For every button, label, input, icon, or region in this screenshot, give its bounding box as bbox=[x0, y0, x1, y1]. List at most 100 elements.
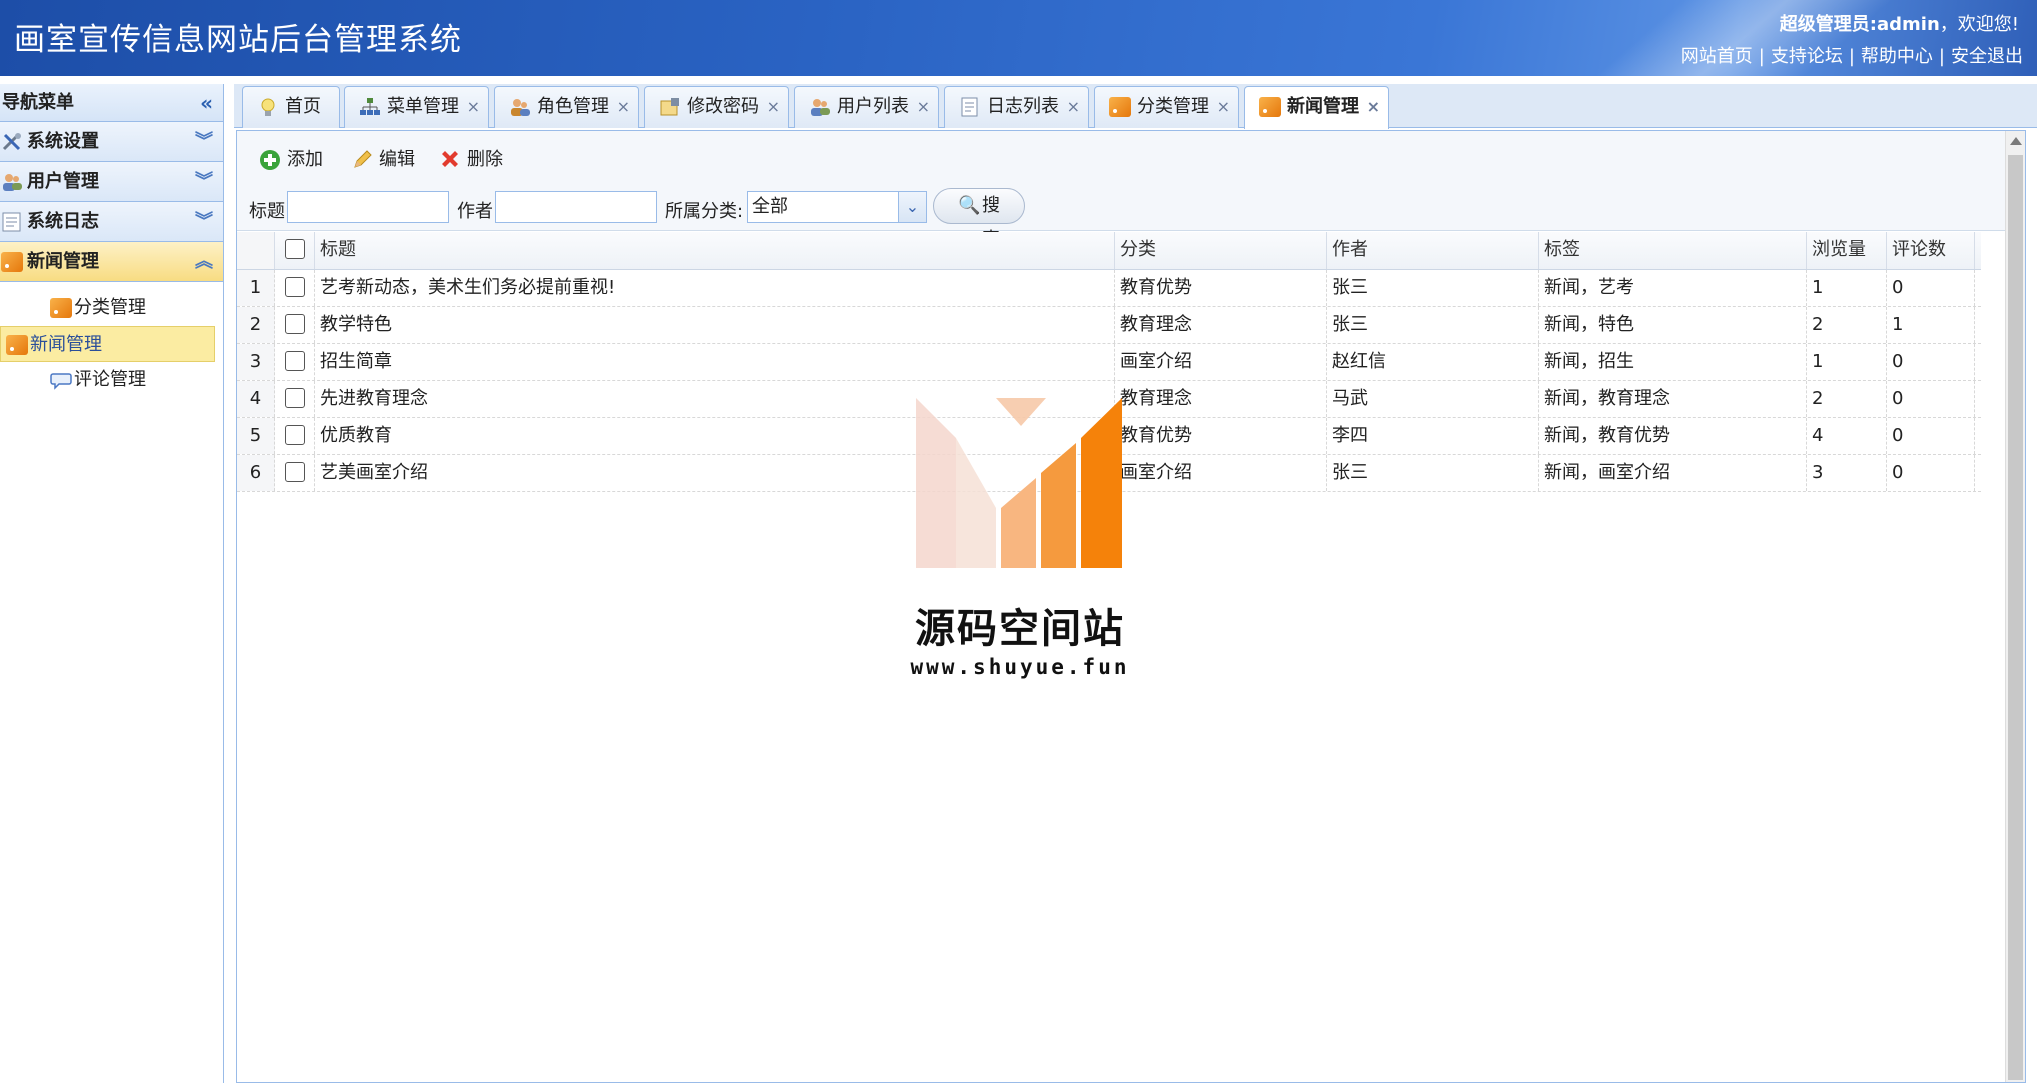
column-header-tags[interactable]: 标签 bbox=[1539, 232, 1807, 269]
row-checkbox[interactable] bbox=[284, 424, 305, 445]
add-label: 添加 bbox=[287, 149, 323, 170]
row-checkbox[interactable] bbox=[284, 387, 305, 408]
column-header-title[interactable]: 标题 bbox=[315, 232, 1115, 269]
toolbar: 添加 编辑 删除 标题: 作者: 所属分类: 全部 ⌄ 🔍 搜索 bbox=[237, 131, 2025, 250]
category-select-value: 全部 bbox=[752, 196, 788, 217]
pencil-icon bbox=[354, 150, 372, 168]
cell-category: 教育理念 bbox=[1115, 381, 1327, 417]
row-select bbox=[275, 455, 315, 491]
tab-close-icon[interactable]: × bbox=[467, 87, 480, 127]
cell-tags: 新闻，艺考 bbox=[1539, 270, 1807, 306]
comment-icon bbox=[50, 373, 72, 390]
welcome-suffix: ，欢迎您! bbox=[1939, 14, 2019, 35]
cell-tags: 新闻，特色 bbox=[1539, 307, 1807, 343]
chevron-down-icon[interactable]: ⌄ bbox=[898, 192, 926, 222]
select-all-checkbox[interactable] bbox=[284, 238, 305, 259]
app-header: 画室宣传信息网站后台管理系统 超级管理员:admin，欢迎您! 网站首页 | 支持论… bbox=[0, 0, 2037, 76]
collapse-sidebar-icon[interactable]: « bbox=[200, 84, 213, 122]
sidebar-item-label: 新闻管理 bbox=[30, 334, 102, 355]
sidebar-section-news-management[interactable]: 新闻管理 ︽ bbox=[0, 242, 223, 282]
link-support-forum[interactable]: 支持论坛 bbox=[1771, 46, 1843, 67]
row-number: 5 bbox=[237, 418, 275, 454]
cell-category: 画室介绍 bbox=[1115, 344, 1327, 380]
link-logout[interactable]: 安全退出 bbox=[1951, 46, 2023, 67]
sidebar-item-news-management[interactable]: 新闻管理 bbox=[0, 326, 215, 362]
sidebar-section-system-log[interactable]: 系统日志 ︾ bbox=[0, 202, 223, 242]
tab-close-icon[interactable]: × bbox=[617, 87, 630, 127]
tab-label: 首页 bbox=[285, 96, 321, 117]
category-select[interactable]: 全部 ⌄ bbox=[747, 191, 927, 223]
tab-category-management[interactable]: 分类管理 × bbox=[1094, 86, 1239, 128]
column-header-comments[interactable]: 评论数 bbox=[1887, 232, 1975, 269]
section-label: 系统日志 bbox=[27, 211, 99, 232]
section-label: 用户管理 bbox=[27, 171, 99, 192]
collapse-chevron-icon[interactable]: ︽ bbox=[195, 242, 213, 282]
table-row[interactable]: 1 艺考新动态，美术生们务必提前重视! 教育优势 张三 新闻，艺考 1 0 bbox=[237, 270, 1981, 307]
delete-button[interactable]: 删除 bbox=[439, 145, 503, 175]
tab-close-icon[interactable]: × bbox=[767, 87, 780, 127]
column-header-views[interactable]: 浏览量 bbox=[1807, 232, 1887, 269]
rownum-header bbox=[237, 232, 275, 269]
tab-label: 日志列表 bbox=[987, 96, 1059, 117]
sidebar-section-system-settings[interactable]: 系统设置 ︾ bbox=[0, 122, 223, 162]
cell-tags: 新闻，教育理念 bbox=[1539, 381, 1807, 417]
row-checkbox[interactable] bbox=[284, 276, 305, 297]
column-header-author[interactable]: 作者 bbox=[1327, 232, 1539, 269]
expand-chevron-icon[interactable]: ︾ bbox=[195, 202, 213, 242]
link-site-home[interactable]: 网站首页 bbox=[1681, 46, 1753, 67]
table-row[interactable]: 2 教学特色 教育理念 张三 新闻，特色 2 1 bbox=[237, 307, 1981, 344]
tab-close-icon[interactable]: × bbox=[917, 87, 930, 127]
cell-views: 1 bbox=[1807, 270, 1887, 306]
column-header-category[interactable]: 分类 bbox=[1115, 232, 1327, 269]
title-filter-input[interactable] bbox=[287, 191, 449, 223]
cell-views: 2 bbox=[1807, 307, 1887, 343]
tab-news-management[interactable]: 新闻管理 × bbox=[1244, 86, 1389, 129]
tab-close-icon[interactable]: × bbox=[1217, 87, 1230, 127]
sidebar-item-comment-management[interactable]: 评论管理 bbox=[22, 362, 215, 398]
tab-change-password[interactable]: 修改密码 × bbox=[644, 86, 789, 128]
cell-views: 2 bbox=[1807, 381, 1887, 417]
author-filter-input[interactable] bbox=[495, 191, 657, 223]
tab-close-icon[interactable]: × bbox=[1367, 87, 1380, 127]
tab-menu-management[interactable]: 菜单管理 × bbox=[344, 86, 489, 128]
tab-home[interactable]: 首页 bbox=[242, 86, 340, 128]
scrollbar-thumb[interactable] bbox=[2008, 155, 2023, 1080]
tab-label: 分类管理 bbox=[1137, 96, 1209, 117]
welcome-text: 超级管理员:admin，欢迎您! bbox=[1780, 10, 2019, 36]
cell-comments: 0 bbox=[1887, 381, 1975, 417]
add-button[interactable]: 添加 bbox=[259, 145, 323, 175]
row-select bbox=[275, 307, 315, 343]
expand-chevron-icon[interactable]: ︾ bbox=[195, 122, 213, 162]
app-title: 画室宣传信息网站后台管理系统 bbox=[14, 22, 462, 58]
watermark-logo bbox=[916, 398, 1122, 568]
cell-author: 李四 bbox=[1327, 418, 1539, 454]
table-row[interactable]: 3 招生简章 画室介绍 赵红信 新闻，招生 1 0 bbox=[237, 344, 1981, 381]
sidebar-title: 导航菜单 bbox=[2, 92, 74, 113]
expand-chevron-icon[interactable]: ︾ bbox=[195, 162, 213, 202]
tab-close-icon[interactable]: × bbox=[1067, 87, 1080, 127]
row-checkbox[interactable] bbox=[284, 461, 305, 482]
row-checkbox[interactable] bbox=[284, 313, 305, 334]
tab-label: 新闻管理 bbox=[1287, 96, 1359, 117]
vertical-scrollbar[interactable] bbox=[2005, 131, 2025, 1082]
cell-category: 教育优势 bbox=[1115, 418, 1327, 454]
row-number: 6 bbox=[237, 455, 275, 491]
row-select bbox=[275, 344, 315, 380]
row-checkbox[interactable] bbox=[284, 350, 305, 371]
cell-title: 教学特色 bbox=[315, 307, 1115, 343]
rss-icon bbox=[50, 298, 72, 318]
cell-tags: 新闻，招生 bbox=[1539, 344, 1807, 380]
scroll-up-icon[interactable] bbox=[2010, 137, 2022, 145]
sidebar-item-category-management[interactable]: 分类管理 bbox=[22, 290, 215, 326]
cell-comments: 1 bbox=[1887, 307, 1975, 343]
sidebar-section-user-management[interactable]: 用户管理 ︾ bbox=[0, 162, 223, 202]
search-button[interactable]: 🔍 搜索 bbox=[933, 188, 1025, 250]
admin-role: 超级管理员:admin bbox=[1779, 14, 1940, 35]
edit-button[interactable]: 编辑 bbox=[351, 145, 415, 175]
tab-log-list[interactable]: 日志列表 × bbox=[944, 86, 1089, 128]
cell-author: 张三 bbox=[1327, 307, 1539, 343]
cell-views: 4 bbox=[1807, 418, 1887, 454]
link-help-center[interactable]: 帮助中心 bbox=[1861, 46, 1933, 67]
tab-user-list[interactable]: 用户列表 × bbox=[794, 86, 939, 128]
tab-role-management[interactable]: 角色管理 × bbox=[494, 86, 639, 128]
